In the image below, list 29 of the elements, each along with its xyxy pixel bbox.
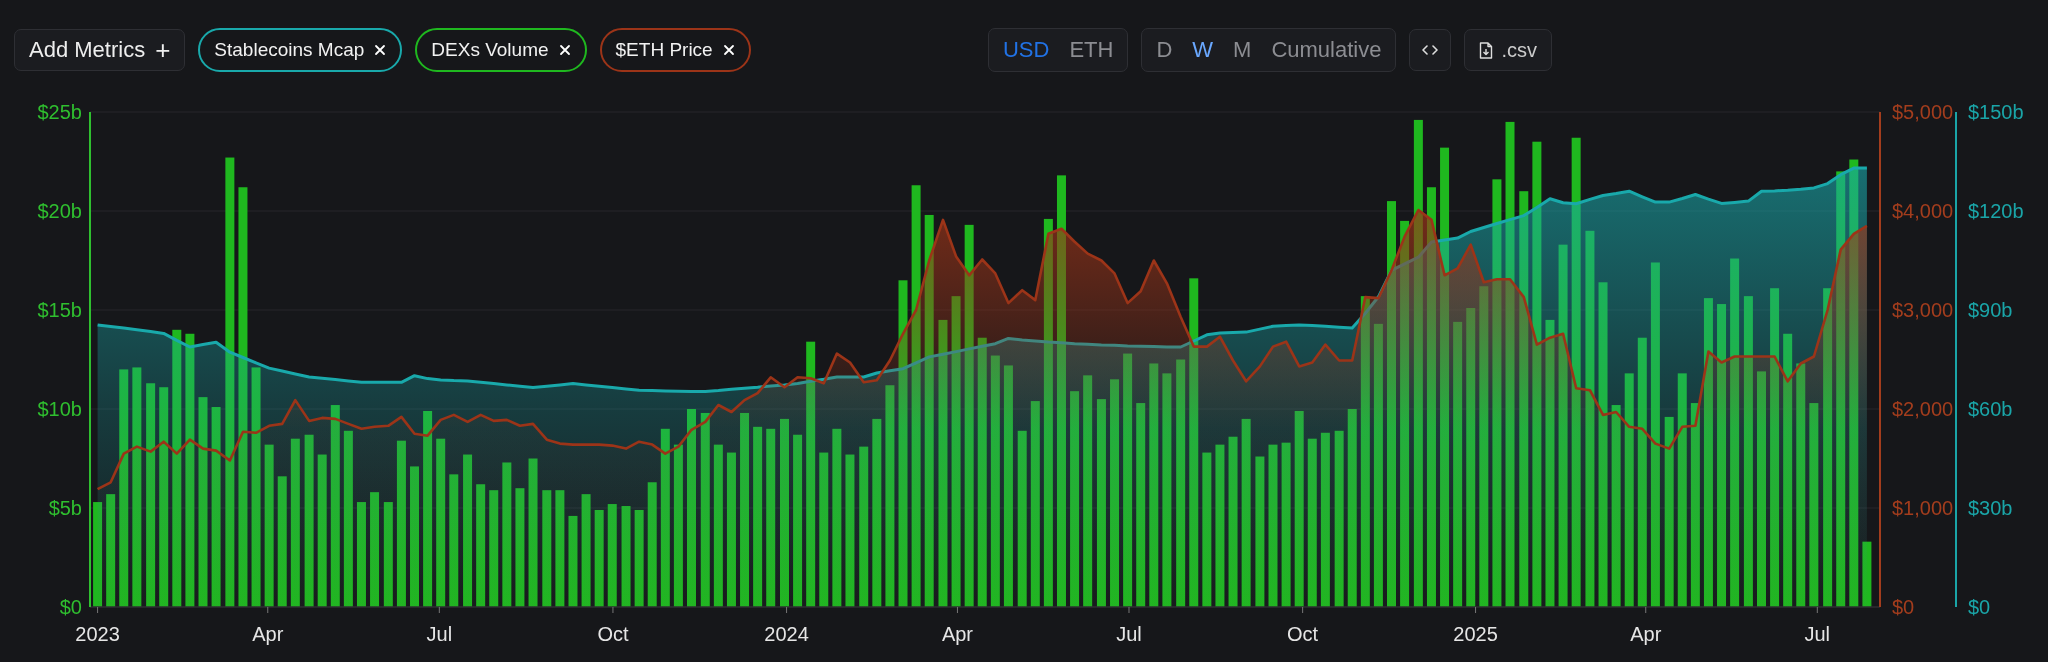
axis-label: Jul [426, 623, 453, 645]
axis-label: $20b [37, 200, 82, 222]
axis-label: Oct [1287, 623, 1319, 645]
axis-label: 2023 [75, 623, 120, 645]
axis-label: $0 [59, 596, 82, 618]
axis-label: $2,000 [1892, 398, 1954, 420]
axis-label: $0 [1892, 596, 1915, 618]
axis-label: $3,000 [1892, 299, 1954, 321]
axis-label: Apr [1630, 623, 1662, 645]
axis-label: $60b [1968, 398, 2013, 420]
axis-label: $5b [48, 497, 82, 519]
axis-label: $30b [1968, 497, 2013, 519]
axis-label: Oct [597, 623, 629, 645]
axis-label: $25b [37, 101, 82, 123]
axis-label: $0 [1968, 596, 1991, 618]
axis-label: $150b [1968, 101, 2024, 123]
axis-label: $90b [1968, 299, 2013, 321]
axis-label: 2025 [1453, 623, 1498, 645]
axis-label: Apr [252, 623, 284, 645]
axis-label: Apr [941, 623, 973, 645]
axis-label: $10b [37, 398, 82, 420]
axis-label: $5,000 [1892, 101, 1954, 123]
axis-label: Jul [1116, 623, 1142, 645]
axis-label: $15b [37, 299, 82, 321]
axis-label: 2024 [764, 623, 809, 645]
axis-label: $120b [1968, 200, 2024, 222]
axis-label: Jul [1804, 623, 1831, 645]
axis-label: $4,000 [1892, 200, 1954, 222]
axis-label: $1,000 [1892, 497, 1954, 519]
